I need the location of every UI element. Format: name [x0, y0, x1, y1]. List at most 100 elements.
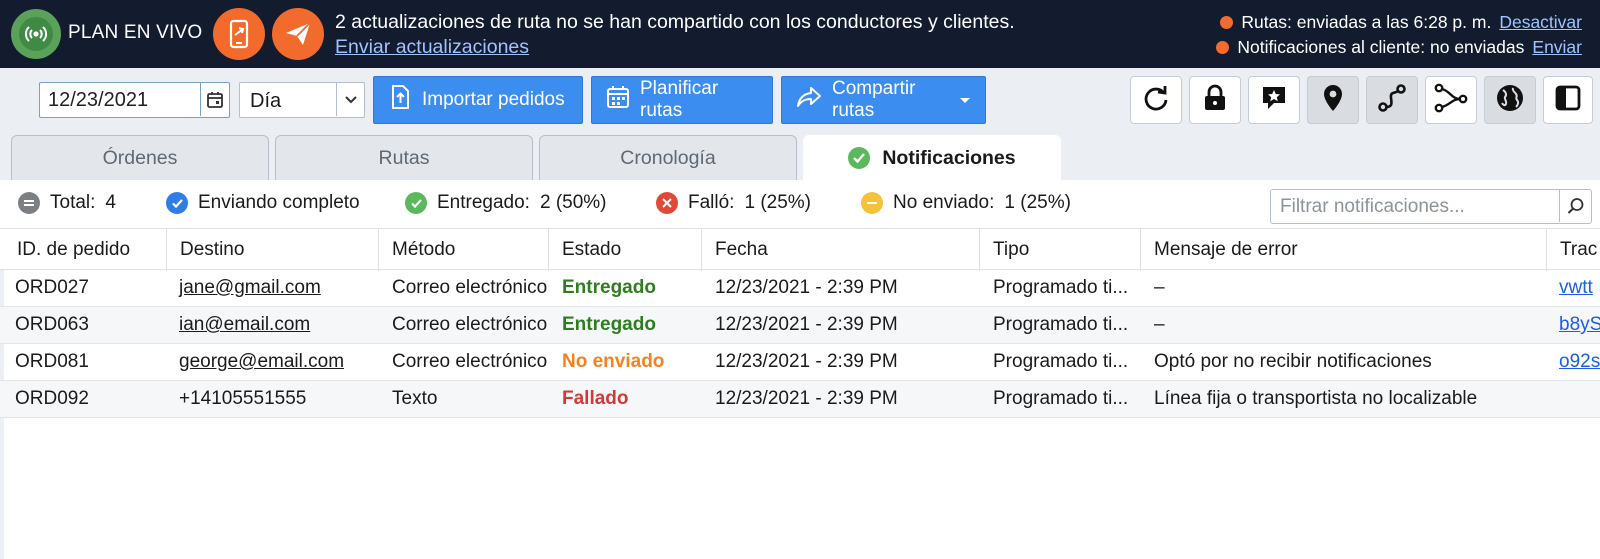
- route-icon: [1377, 83, 1407, 118]
- failed-summary: Falló: 1 (25%): [656, 192, 811, 214]
- plan-routes-label: Planificar rutas: [640, 78, 719, 121]
- table-row[interactable]: ORD063 ian@email.com Correo electrónico …: [0, 307, 1600, 344]
- notifications-table: ID. de pedido Destino Método Estado Fech…: [0, 228, 1600, 418]
- failed-value: 1 (25%): [744, 192, 811, 213]
- calendar-icon[interactable]: [200, 83, 229, 116]
- col-destination[interactable]: Destino: [167, 229, 379, 271]
- routes-status: Rutas: enviadas a las 6:28 p. m. Desacti…: [1216, 10, 1582, 35]
- share-arrow-icon: [796, 86, 822, 114]
- failed-label: Falló:: [688, 192, 735, 213]
- customer-notifications-status: Notificaciones al cliente: no enviadas E…: [1216, 35, 1582, 60]
- tab-orders-label: Órdenes: [102, 146, 178, 169]
- tab-bar: Órdenes Rutas Cronología Notificaciones: [0, 128, 1600, 180]
- tracking-link[interactable]: [1547, 381, 1600, 417]
- method-cell: Correo electrónico: [392, 277, 548, 298]
- order-id-cell: ORD081: [15, 351, 89, 372]
- chevron-down-icon: [336, 83, 364, 116]
- tab-timeline[interactable]: Cronología: [539, 135, 797, 180]
- tracking-link[interactable]: b8yS: [1547, 307, 1600, 343]
- lock-icon: [1202, 84, 1228, 117]
- not-sent-label: No enviado:: [893, 192, 995, 213]
- status-dot: [1220, 16, 1234, 29]
- filter-box[interactable]: [1270, 189, 1592, 224]
- globe-icon: [1495, 83, 1525, 118]
- date-input[interactable]: [40, 83, 195, 118]
- destination-cell[interactable]: jane@gmail.com: [166, 270, 378, 306]
- status-dot: [1216, 41, 1230, 54]
- table-row[interactable]: ORD081 george@email.com Correo electróni…: [0, 344, 1600, 381]
- date-cell: 12/23/2021 - 2:39 PM: [715, 351, 898, 372]
- refresh-button[interactable]: [1130, 76, 1182, 124]
- status-block: Rutas: enviadas a las 6:28 p. m. Desacti…: [1216, 10, 1582, 60]
- table-row[interactable]: ORD092 +14105551555 Texto Fallado 12/23/…: [0, 381, 1600, 418]
- delivered-label: Entregado:: [437, 192, 530, 213]
- import-orders-label: Importar pedidos: [422, 89, 565, 110]
- status-cell: Fallado: [562, 388, 629, 409]
- phone-share-icon[interactable]: [213, 8, 265, 60]
- live-plan-banner: PLAN EN VIVO 2 actualizaciones de ruta n…: [0, 0, 1600, 68]
- status-cell: No enviado: [562, 351, 665, 372]
- send-updates-link[interactable]: Enviar actualizaciones: [335, 36, 529, 58]
- type-cell: Programado ti...: [993, 277, 1129, 298]
- filter-notifications-input[interactable]: [1271, 190, 1556, 224]
- favorites-button[interactable]: [1248, 76, 1300, 124]
- tab-orders[interactable]: Órdenes: [11, 135, 269, 180]
- deactivate-link[interactable]: Desactivar: [1499, 10, 1582, 35]
- calendar-grid-icon: [606, 85, 630, 115]
- import-orders-button[interactable]: Importar pedidos: [373, 76, 583, 124]
- date-cell: 12/23/2021 - 2:39 PM: [715, 314, 898, 335]
- sending-complete-summary: Enviando completo: [166, 192, 360, 214]
- date-cell: 12/23/2021 - 2:39 PM: [715, 388, 898, 409]
- table-row[interactable]: ORD027 jane@gmail.com Correo electrónico…: [0, 270, 1600, 307]
- check-circle-icon: [405, 192, 427, 214]
- customer-notifications-text: Notificaciones al cliente: no enviadas: [1237, 37, 1525, 57]
- total-icon: [18, 192, 40, 214]
- lock-button[interactable]: [1189, 76, 1241, 124]
- tab-notifications[interactable]: Notificaciones: [803, 135, 1061, 180]
- total-label: Total:: [50, 192, 96, 213]
- live-signal-icon: [11, 9, 61, 59]
- refresh-icon: [1142, 84, 1170, 117]
- stops-button[interactable]: [1307, 76, 1359, 124]
- route-button[interactable]: [1366, 76, 1418, 124]
- map-pin-icon: [1322, 84, 1344, 117]
- destination-cell[interactable]: george@email.com: [166, 344, 378, 380]
- search-icon[interactable]: [1559, 190, 1591, 222]
- tab-routes[interactable]: Rutas: [275, 135, 533, 180]
- branch-route-button[interactable]: [1425, 76, 1477, 124]
- col-status[interactable]: Estado: [549, 229, 702, 271]
- share-routes-label: Compartir rutas: [832, 78, 916, 121]
- tracking-link[interactable]: vwtt: [1547, 270, 1600, 306]
- col-date[interactable]: Fecha: [702, 229, 980, 271]
- type-cell: Programado ti...: [993, 351, 1129, 372]
- date-field[interactable]: [39, 82, 230, 118]
- table-header: ID. de pedido Destino Método Estado Fech…: [0, 228, 1600, 271]
- not-sent-value: 1 (25%): [1004, 192, 1071, 213]
- branch-route-icon: [1434, 83, 1468, 118]
- paper-plane-icon[interactable]: [272, 8, 324, 60]
- period-select[interactable]: Día: [239, 82, 365, 118]
- unshared-updates-text: 2 actualizaciones de ruta no se han comp…: [335, 11, 1015, 33]
- globe-button[interactable]: [1484, 76, 1536, 124]
- col-error-message[interactable]: Mensaje de error: [1141, 229, 1547, 271]
- order-id-cell: ORD063: [15, 314, 89, 335]
- share-routes-button[interactable]: Compartir rutas: [781, 76, 986, 124]
- order-id-cell: ORD092: [15, 388, 89, 409]
- sending-complete-label: Enviando completo: [198, 192, 360, 213]
- panel-toggle-button[interactable]: [1543, 76, 1593, 124]
- type-cell: Programado ti...: [993, 388, 1129, 409]
- send-notifications-link[interactable]: Enviar: [1532, 35, 1582, 60]
- col-order-id[interactable]: ID. de pedido: [4, 229, 167, 271]
- plan-routes-button[interactable]: Planificar rutas: [591, 76, 773, 124]
- status-cell: Entregado: [562, 277, 656, 298]
- check-circle-icon: [848, 147, 871, 169]
- tab-notifications-label: Notificaciones: [882, 146, 1016, 169]
- destination-cell[interactable]: ian@email.com: [166, 307, 378, 343]
- tracking-link[interactable]: o92s: [1547, 344, 1600, 380]
- destination-cell: +14105551555: [179, 388, 307, 409]
- col-tracking[interactable]: Trac: [1547, 229, 1600, 271]
- tab-timeline-label: Cronología: [620, 146, 716, 169]
- col-type[interactable]: Tipo: [980, 229, 1141, 271]
- col-method[interactable]: Método: [379, 229, 549, 271]
- order-id-cell: ORD027: [15, 277, 89, 298]
